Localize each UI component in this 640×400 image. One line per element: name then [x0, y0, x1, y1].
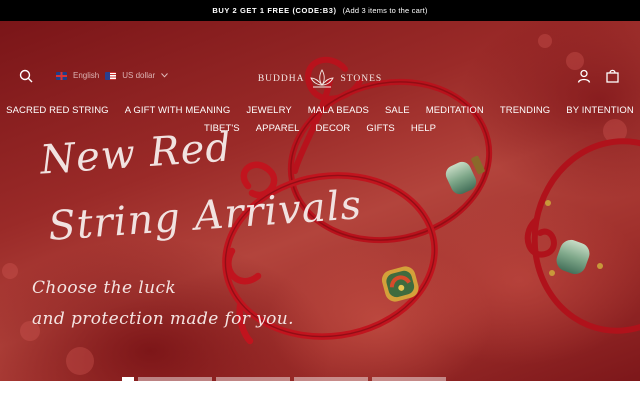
chevron-down-icon	[161, 73, 169, 78]
hero-subheading-line-1: Choose the luck	[32, 278, 177, 298]
nav-item-sale[interactable]: SALE	[377, 105, 418, 116]
logo-text-left: BUDDHA	[257, 74, 305, 84]
nav-item-help[interactable]: HELP	[403, 123, 444, 134]
currency-label[interactable]: US dollar	[122, 71, 155, 80]
slideshow-indicators	[122, 377, 446, 381]
site-logo[interactable]: BUDDHA STONES	[252, 65, 388, 93]
slide-indicator-4[interactable]	[294, 377, 368, 381]
nav-item-a-gift-with-meaning[interactable]: A GIFT WITH MEANING	[117, 105, 239, 116]
nav-item-trending[interactable]: TRENDING	[492, 105, 558, 116]
nav-item-meditation[interactable]: MEDITATION	[418, 105, 492, 116]
language-label[interactable]: English	[73, 71, 99, 80]
slide-indicator-5[interactable]	[372, 377, 446, 381]
us-flag-icon	[105, 71, 117, 80]
main-nav-row-2: TIBET'S APPAREL DECOR GIFTS HELP	[0, 123, 640, 134]
uk-flag-icon	[56, 71, 67, 80]
announcement-bar: BUY 2 GET 1 FREE (CODE:B3) (Add 3 items …	[0, 0, 640, 21]
hero-subheading-line-2: and protection made for you.	[32, 309, 294, 329]
hero-banner[interactable]: English US dollar BUDDHA STONES SACRED R…	[0, 21, 640, 381]
nav-item-decor[interactable]: DECOR	[308, 123, 359, 134]
nav-item-jewelry[interactable]: JEWELRY	[238, 105, 299, 116]
logo-text-right: STONES	[340, 74, 383, 84]
locale-selector[interactable]: English US dollar	[56, 71, 169, 80]
main-nav-row-1: SACRED RED STRING A GIFT WITH MEANING JE…	[0, 105, 640, 116]
slide-indicator-2[interactable]	[138, 377, 212, 381]
slide-indicator-3[interactable]	[216, 377, 290, 381]
announcement-offer: BUY 2 GET 1 FREE (CODE:B3)	[212, 6, 337, 15]
nav-item-sacred-red-string[interactable]: SACRED RED STRING	[0, 105, 117, 116]
nav-item-by-intention[interactable]: BY INTENTION	[558, 105, 640, 116]
nav-item-mala-beads[interactable]: MALA BEADS	[300, 105, 377, 116]
account-icon[interactable]	[577, 69, 591, 83]
lotus-logo-icon	[310, 69, 335, 88]
search-icon[interactable]	[19, 69, 33, 83]
nav-item-gifts[interactable]: GIFTS	[358, 123, 402, 134]
nav-item-apparel[interactable]: APPAREL	[248, 123, 308, 134]
announcement-note: (Add 3 items to the cart)	[342, 6, 428, 15]
cart-icon[interactable]	[605, 68, 620, 83]
slide-indicator-1[interactable]	[122, 377, 134, 381]
